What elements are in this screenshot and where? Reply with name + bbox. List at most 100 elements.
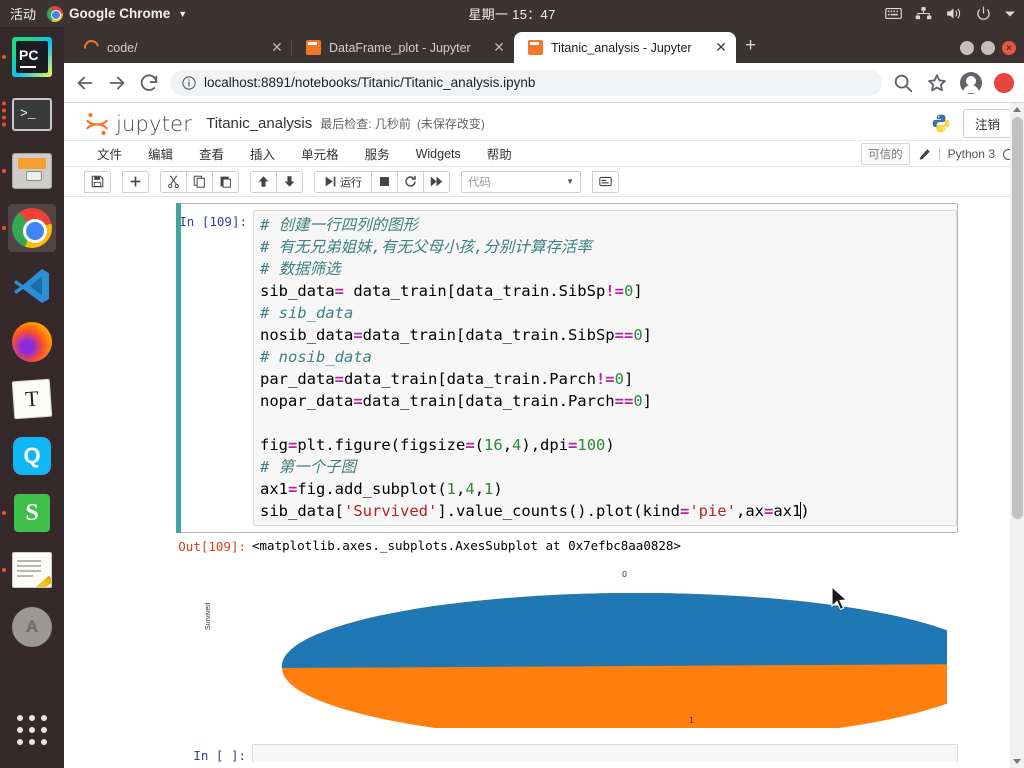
browser-toolbar: localhost:8891/notebooks/Titanic/Titanic… [64,63,1024,103]
dock-item-qq[interactable]: Q [8,432,56,480]
menu-item-insert[interactable]: 插入 [237,141,288,166]
browser-tab-code[interactable]: code/ ✕ [70,32,292,63]
restart-kernel-button[interactable] [397,170,424,193]
dock-item-anaconda[interactable]: A [8,603,56,651]
scroll-down-icon[interactable] [1013,759,1021,764]
volume-icon[interactable] [945,6,962,21]
move-down-icon [284,176,295,187]
notebook-name[interactable]: Titanic_analysis [206,115,312,132]
page-scrollbar[interactable] [1010,103,1024,768]
firefox-icon [12,322,52,362]
minimize-button[interactable] [960,41,974,55]
input-prompt: In [109]: [179,214,247,229]
typora-icon: T [11,378,53,420]
jupyter-toolbar: 运行 代码 ▼ [64,167,1024,197]
dock-item-pycharm[interactable]: PC [2,33,56,81]
kernel-status-area: 可信的 Python 3 [861,143,1014,165]
dock-item-firefox[interactable] [8,318,56,366]
menu-item-help[interactable]: 帮助 [474,141,525,166]
toolbar-group-palette [592,170,619,193]
menu-item-kernel[interactable]: 服务 [352,141,403,166]
search-icon[interactable] [892,72,914,94]
close-tab-button[interactable]: ✕ [492,39,506,56]
dock-item-notes[interactable] [2,546,56,594]
star-icon[interactable] [926,72,948,94]
notebook-cell-2[interactable]: In [ ]: [176,744,958,762]
close-tab-button[interactable]: ✕ [270,39,284,56]
trusted-badge[interactable]: 可信的 [861,143,910,165]
new-tab-button[interactable]: + [745,35,756,57]
cut-icon [168,175,179,188]
paste-icon [220,176,231,188]
desktop-screen: 活动 Google Chrome ▼ 星期一 15：47 PC >_ T Q S… [0,0,1024,768]
dock-item-terminal[interactable] [2,90,56,138]
insert-cell-button[interactable] [122,170,149,193]
code-editor[interactable] [252,744,958,762]
dock-item-files[interactable] [2,147,56,195]
edit-pencil-icon[interactable] [918,148,931,161]
reload-icon[interactable] [138,72,160,94]
close-window-button[interactable]: ✕ [1002,41,1016,55]
code-line-13: ax1=fig.add_subplot(1,4,1) [260,480,503,498]
copy-button[interactable] [186,170,213,193]
scroll-up-icon[interactable] [1013,107,1021,112]
power-icon[interactable] [975,6,992,21]
dock-item-vscode[interactable] [8,261,56,309]
app-menu-button[interactable]: Google Chrome ▼ [47,5,187,22]
ubuntu-top-panel: 活动 Google Chrome ▼ 星期一 15：47 [0,0,1024,27]
forward-arrow-icon[interactable] [106,72,128,94]
pie-chart [281,592,947,728]
notebook-cell-1[interactable]: In [109]: # 创建一行四列的图形 # 有无兄弟姐妹,有无父母小孩,分别… [176,203,958,734]
toolbar-right-actions [892,71,1014,94]
browser-tab-titanic-analysis[interactable]: Titanic_analysis - Jupyter ✕ [514,32,736,63]
chrome-icon [12,208,52,248]
move-cell-up-button[interactable] [250,170,277,193]
jupyter-header: jupyter Titanic_analysis 最后检查: 几秒前 (未保存改… [64,103,1024,141]
keyboard-icon[interactable] [885,6,902,21]
info-icon[interactable] [182,75,196,90]
toolbar-group-file [84,170,111,193]
close-tab-button[interactable]: ✕ [714,39,728,56]
matplotlib-figure: Survived 0 1 [187,568,947,728]
cut-button[interactable] [160,170,187,193]
jupyter-menu-bar: 文件 编辑 查看 插入 单元格 服务 Widgets 帮助 可信的 Python… [64,141,1024,167]
tab-title: DataFrame_plot - Jupyter [329,40,471,55]
tab-strip: code/ ✕ DataFrame_plot - Jupyter ✕ Titan… [64,27,1024,63]
extension-icon[interactable] [994,72,1014,93]
jupyter-brand-label: jupyter [116,111,193,136]
activities-button[interactable]: 活动 [0,4,47,23]
menu-item-widgets[interactable]: Widgets [403,144,474,164]
scrollbar-thumb[interactable] [1012,117,1023,519]
output-prompt: Out[109]: [178,539,246,554]
maximize-button[interactable] [981,41,995,55]
save-button[interactable] [84,170,111,193]
dock-item-typora[interactable]: T [8,375,56,423]
menu-item-edit[interactable]: 编辑 [135,141,186,166]
address-bar[interactable]: localhost:8891/notebooks/Titanic/Titanic… [170,69,882,96]
code-editor[interactable]: # 创建一行四列的图形 # 有无兄弟姐妹,有无父母小孩,分别计算存活率 # 数据… [253,210,957,526]
toolbar-group-clipboard [160,170,239,193]
menu-item-cell[interactable]: 单元格 [288,141,352,166]
cell-type-select[interactable]: 代码 ▼ [461,170,581,193]
move-cell-down-button[interactable] [276,170,303,193]
interrupt-kernel-button[interactable] [371,170,398,193]
profile-avatar-icon[interactable] [960,71,982,94]
restart-and-run-all-button[interactable] [423,170,450,193]
show-applications-button[interactable] [8,706,56,754]
notes-icon [12,552,52,588]
dock-item-sogou[interactable]: S [2,489,56,537]
code-cell[interactable]: In [109]: # 创建一行四列的图形 # 有无兄弟姐妹,有无父母小孩,分别… [176,203,958,533]
dock-item-google-chrome[interactable] [2,204,56,252]
logout-button[interactable]: 注销 [962,109,1012,138]
menu-item-file[interactable]: 文件 [84,141,135,166]
command-palette-button[interactable] [592,170,619,193]
back-arrow-icon[interactable] [74,72,96,94]
chevron-down-icon[interactable] [1005,10,1015,18]
menu-item-view[interactable]: 查看 [186,141,237,166]
jupyter-logo[interactable]: jupyter [84,112,192,136]
window-controls: ✕ [960,41,1016,55]
browser-tab-dataframe-plot[interactable]: DataFrame_plot - Jupyter ✕ [292,32,514,63]
paste-button[interactable] [212,170,239,193]
network-icon[interactable] [915,6,932,21]
run-cell-button[interactable]: 运行 [314,170,372,193]
